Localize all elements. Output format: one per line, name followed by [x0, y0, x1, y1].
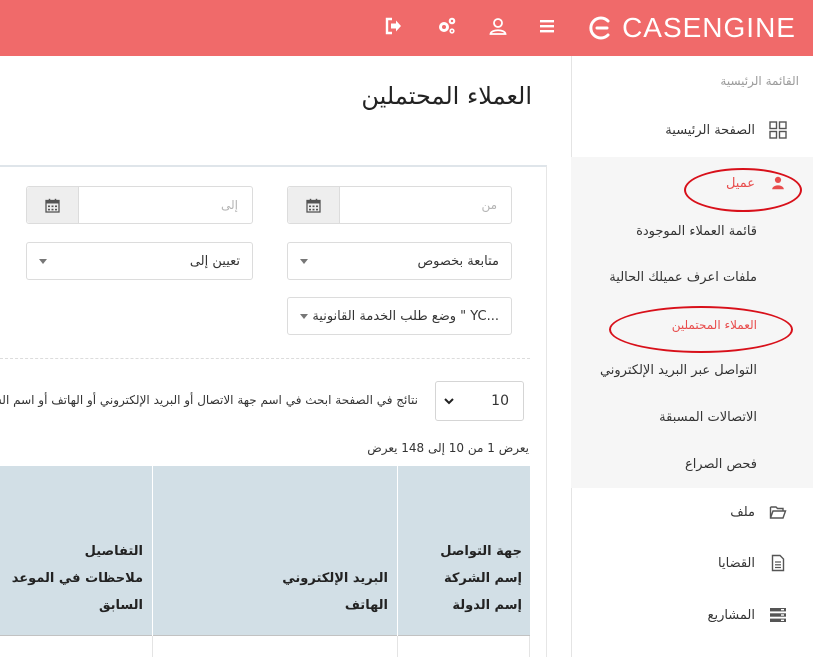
sidebar-subitem-kyc-files[interactable]: ملفات اعرف عميلك الحالية [609, 270, 757, 285]
sidebar-item-projects[interactable]: المشاريع [571, 595, 813, 635]
header-line: إسم الشركة [443, 571, 522, 586]
page-title: العملاء المحتملين [361, 82, 532, 110]
annotation-circle-prospects [609, 306, 793, 353]
logout-icon[interactable] [381, 14, 405, 38]
follow-up-value: متابعة بخصوص [417, 253, 499, 269]
grid-icon [765, 121, 791, 139]
column-separator [152, 466, 153, 636]
column-separator [397, 636, 398, 657]
brand-name: CASENGINE [622, 12, 796, 43]
header-line: الهاتف [344, 598, 388, 613]
date-from-field[interactable]: من [287, 186, 512, 224]
follow-up-select[interactable]: متابعة بخصوص [287, 242, 512, 280]
server-icon [765, 606, 791, 624]
column-header-contact[interactable]: جهة التواصل إسم الشركة إسم الدولة [440, 538, 522, 619]
assign-to-value: تعيين إلى [189, 253, 240, 269]
sidebar-item-label: القضايا [718, 555, 755, 571]
sidebar-item-label: الصفحة الرئيسية [665, 122, 755, 138]
user-icon[interactable] [486, 14, 510, 38]
logo-mark-icon [589, 16, 610, 40]
table-body [0, 636, 530, 657]
divider [0, 358, 530, 359]
date-to-field[interactable]: إلى [26, 186, 253, 224]
brand-logo[interactable]: CASENGINE [588, 10, 796, 46]
top-navbar: CASENGINE [0, 0, 813, 56]
header-line: التفاصيل [84, 544, 143, 559]
menu-icon[interactable] [535, 14, 559, 38]
sidebar-subitem-email-outreach[interactable]: التواصل عبر البريد الإلكتروني [600, 363, 757, 378]
sidebar: القائمة الرئيسية الصفحة الرئيسية عميل قا… [571, 56, 813, 657]
sidebar-subitem-prior-contacts[interactable]: الاتصالات المسبقة [659, 410, 757, 425]
page-size-select[interactable]: 10 [435, 381, 524, 421]
sidebar-subitem-conflict-check[interactable]: فحص الصراع [685, 457, 757, 472]
header-line: ملاحظات في الموعد [11, 571, 143, 586]
date-to-placeholder: إلى [221, 198, 238, 212]
legal-service-status-select[interactable]: وضع طلب الخدمة القانونية " YC... [287, 297, 512, 335]
document-icon [765, 554, 791, 572]
folder-icon [765, 503, 791, 521]
date-from-placeholder: من [481, 198, 497, 212]
header-line: السابق [98, 598, 143, 613]
column-separator [397, 466, 398, 636]
column-separator [152, 636, 153, 657]
sidebar-item-label: ملف [730, 504, 755, 520]
caret-down-icon [39, 258, 47, 264]
calendar-icon[interactable] [288, 187, 340, 223]
header-line: جهة التواصل [440, 544, 522, 559]
sidebar-subitem-existing-clients[interactable]: قائمة العملاء الموجودة [636, 224, 757, 239]
sidebar-item-cases[interactable]: القضايا [571, 543, 813, 583]
header-line: البريد الإلكتروني [282, 571, 388, 586]
sidebar-item-file[interactable]: ملف [571, 492, 813, 532]
column-header-email[interactable]: البريد الإلكتروني الهاتف [282, 565, 388, 619]
header-line: إسم الدولة [452, 598, 522, 613]
calendar-icon[interactable] [27, 187, 79, 223]
page-size-value: 10 [491, 393, 509, 409]
chevron-down-icon [444, 398, 454, 405]
search-hint: نتائج في الصفحة ابحث في اسم جهة الاتصال … [0, 393, 418, 407]
settings-icon[interactable] [435, 14, 459, 38]
caret-down-icon [300, 313, 308, 319]
assign-to-select[interactable]: تعيين إلى [26, 242, 253, 280]
caret-down-icon [300, 258, 308, 264]
sidebar-item-home[interactable]: الصفحة الرئيسية [571, 110, 813, 150]
records-info: يعرض 1 من 10 إلى 148 يعرض [367, 441, 529, 455]
column-header-details[interactable]: التفاصيل ملاحظات في الموعد السابق [12, 538, 143, 619]
sidebar-item-label: المشاريع [707, 607, 755, 623]
legal-service-status-value: وضع طلب الخدمة القانونية " YC... [312, 308, 499, 324]
sidebar-heading: القائمة الرئيسية [720, 74, 799, 88]
annotation-circle-client [684, 168, 802, 212]
